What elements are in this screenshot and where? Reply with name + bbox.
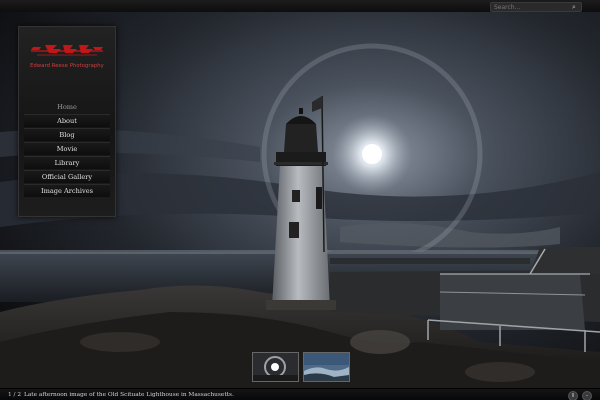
nav-item-home[interactable]: Home	[24, 100, 110, 113]
minimize-icon[interactable]: –	[582, 391, 592, 400]
search-input[interactable]	[494, 3, 566, 11]
brand-logo[interactable]	[27, 41, 107, 61]
nav-item-official-gallery[interactable]: Official Gallery	[24, 170, 110, 183]
page: ⌕	[0, 0, 600, 400]
thumbnail-strip	[252, 352, 350, 382]
nav-item-image-archives[interactable]: Image Archives	[24, 184, 110, 197]
pause-icon[interactable]: II	[568, 391, 578, 400]
brand-subtitle: Edward Reese Photography	[30, 63, 104, 69]
nav-item-library[interactable]: Library	[24, 156, 110, 169]
nav-menu: Home About Blog Movie Library Official G…	[24, 100, 110, 198]
search-box: ⌕	[490, 2, 582, 12]
thumbnail-halo[interactable]	[252, 352, 299, 382]
nav-item-movie[interactable]: Movie	[24, 142, 110, 155]
slide-counter: 1 / 2	[8, 392, 22, 398]
bottom-bar: 1 / 2 Late afternoon image of the Old Sc…	[0, 388, 600, 400]
nav-item-about[interactable]: About	[24, 114, 110, 127]
nav-item-blog[interactable]: Blog	[24, 128, 110, 141]
slide-caption: Late afternoon image of the Old Scituate…	[24, 392, 234, 398]
search-icon[interactable]: ⌕	[570, 3, 578, 11]
thumbnail-coast[interactable]	[303, 352, 350, 382]
nav-panel: Edward Reese Photography Home About Blog…	[18, 26, 116, 217]
